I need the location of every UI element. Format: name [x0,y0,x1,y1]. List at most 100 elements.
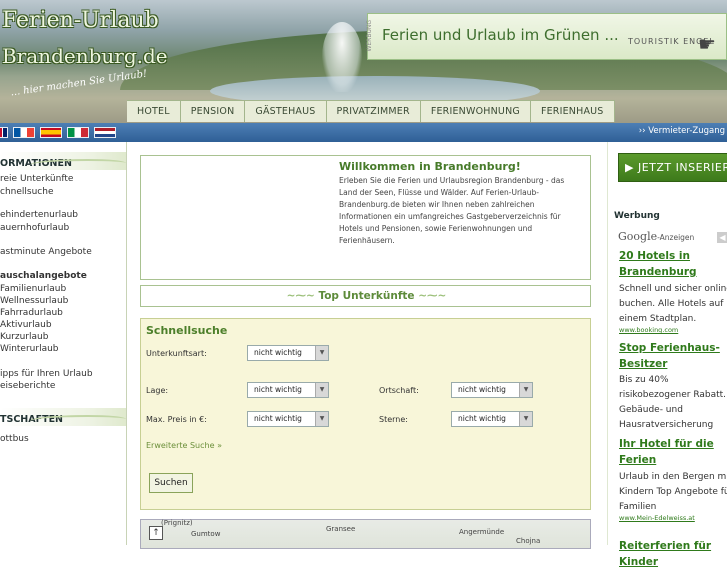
landlord-login-link[interactable]: ›› Vermieter-Zugang [639,126,725,136]
ad-text: Kindern Top Angebote für [619,487,727,497]
sidebar-item-family[interactable]: Familienurlaub [0,284,66,294]
sidebar-item-handicapped[interactable]: ehindertenurlaub [0,210,78,220]
map-label: Gransee [326,525,356,533]
ad-text: Familien [619,502,657,512]
label-max-price: Max. Preis in €: [146,415,207,424]
sidebar-item-bike[interactable]: Fahrradurlaub [0,308,63,318]
extended-search-link[interactable]: Erweiterte Suche » [146,441,222,450]
advertise-now-label: JETZT INSERIEREN [637,161,727,174]
swirl-right-icon: ~⁓~ [414,290,447,302]
nav-ferienwohnung[interactable]: FERIENWOHNUNG [421,101,531,122]
pointing-hand-icon: ☛ [698,32,716,56]
select-town[interactable]: nicht wichtig ▼ [451,382,533,398]
select-max-price-value: nicht wichtig [254,414,302,423]
french-flag-icon[interactable] [13,127,35,138]
select-location-value: nicht wichtig [254,385,302,394]
google-ads-suffix: -Anzeigen [657,233,695,242]
select-stars-value: nicht wichtig [458,414,506,423]
chevron-down-icon: ▼ [519,383,532,397]
top-accommodations-label: Top Unterkünfte [318,290,415,302]
quick-search-form: Schnellsuche Unterkunftsart: nicht wicht… [140,318,591,510]
search-button[interactable]: Suchen [149,473,193,493]
nav-ferienhaus[interactable]: FERIENHAUS [531,101,615,122]
ad-text: einem Stadtplan. [619,314,697,324]
ad-title[interactable]: Stop Ferienhaus- Besitzer [619,340,727,372]
ad-text: Bis zu 40% [619,375,669,385]
map-label: Chojna [516,537,541,545]
header-fountain-image [322,22,362,92]
select-accommodation-type-value: nicht wichtig [254,348,302,357]
map-label: Gumtow [191,530,221,538]
right-sidebar: ▶ JETZT INSERIEREN Werbung Google-Anzeig… [607,142,727,568]
main-nav: HOTEL PENSION GÄSTEHAUS PRIVATZIMMER FER… [127,100,615,122]
sidebar-item-wellness[interactable]: Wellnessurlaub [0,296,68,306]
nav-pension[interactable]: PENSION [181,101,246,122]
select-stars[interactable]: nicht wichtig ▼ [451,411,533,427]
spanish-flag-icon[interactable] [40,127,62,138]
banner-headline[interactable]: Ferien und Urlaub im Grünen ... [382,26,619,44]
uk-flag-icon[interactable] [0,127,8,138]
ad-title[interactable]: Reiterferien für Kinder [619,538,727,570]
nav-privatzimmer[interactable]: PRIVATZIMMER [327,101,421,122]
ad-title-line: Brandenburg [619,266,697,278]
label-stars: Sterne: [379,415,408,424]
welcome-text: Erleben Sie die Ferien und Urlaubsregion… [339,176,565,245]
welcome-box: Willkommen in Brandenburg! Erleben Sie d… [140,155,591,280]
chevron-down-icon: ▼ [315,412,328,426]
sidebar-item-free[interactable]: reie Unterkünfte [0,174,73,184]
header: Ferien-Urlaub Brandenburg.de ... hier ma… [0,0,727,123]
dutch-flag-icon[interactable] [94,127,116,138]
ad-banner[interactable]: WERBUNG Ferien und Urlaub im Grünen ... … [366,13,727,60]
map-label: Angermünde [459,528,505,536]
welcome-image-placeholder [143,158,333,277]
ad-url[interactable]: www.Mein-Edelweiss.at [619,514,695,522]
google-ads-logo: Google-Anzeigen [618,230,694,243]
sidebar-item-quicksearch[interactable]: chnellsuche [0,187,53,197]
top-accommodations-title: ~⁓~ Top Unterkünfte ~⁓~ [141,290,592,302]
sidebar-item-winter[interactable]: Winterurlaub [0,344,59,354]
sidebar-swirl-decoration [30,415,126,425]
label-location: Lage: [146,386,169,395]
map-pan-up-icon[interactable]: ↑ [149,526,163,540]
select-accommodation-type[interactable]: nicht wichtig ▼ [247,345,329,361]
ad-text: Hausratversicherung [619,420,714,430]
site-logo-line1[interactable]: Ferien-Urlaub [2,8,159,33]
italian-flag-icon[interactable] [67,127,89,138]
sidebar-item-lastminute[interactable]: astminute Angebote [0,247,92,257]
sidebar-item-tips[interactable]: ipps für Ihren Urlaub [0,369,93,379]
site-logo-line2[interactable]: Brandenburg.de [2,44,168,68]
swirl-left-icon: ~⁓~ [286,290,319,302]
sidebar-item-active[interactable]: Aktivurlaub [0,320,52,330]
nav-hotel[interactable]: HOTEL [127,101,181,122]
ad-title-line: Ihr Hotel für die [619,438,714,450]
ad-title[interactable]: 20 Hotels in Brandenburg [619,248,727,280]
sidebar-item-cottbus[interactable]: ottbus [0,434,29,444]
language-bar: ›› Vermieter-Zugang [0,123,727,142]
sidebar-item-packages[interactable]: auschalangebote [0,271,87,281]
ad-text: risikobezogener Rabatt. [619,390,727,400]
ad-title[interactable]: Ihr Hotel für die Ferien [619,436,727,468]
ad-text: buchen. Alle Hotels auf [619,299,724,309]
ads-prev-icon[interactable]: ◀ [717,232,727,243]
label-accommodation-type: Unterkunftsart: [146,349,207,358]
label-town: Ortschaft: [379,386,419,395]
ad-title-line: 20 Hotels in [619,250,690,262]
map-label: (Prignitz) [161,519,193,527]
advertise-now-button[interactable]: ▶ JETZT INSERIEREN [618,153,727,182]
select-town-value: nicht wichtig [458,385,506,394]
chevron-down-icon: ▼ [315,383,328,397]
sidebar-item-reports[interactable]: eiseberichte [0,381,55,391]
sidebar-item-short[interactable]: Kurzurlaub [0,332,48,342]
sidebar-swirl-decoration [30,159,126,169]
select-max-price[interactable]: nicht wichtig ▼ [247,411,329,427]
chevron-down-icon: ▼ [519,412,532,426]
sidebar-item-farm[interactable]: auernhofurlaub [0,223,69,233]
ad-title-line: Ferien [619,454,657,466]
banner-ad-label: WERBUNG [366,20,373,52]
left-sidebar: ORMATIONEN reie Unterkünfte chnellsuche … [0,142,127,545]
select-location[interactable]: nicht wichtig ▼ [247,382,329,398]
main-content: Willkommen in Brandenburg! Erleben Sie d… [140,155,592,549]
nav-gaestehaus[interactable]: GÄSTEHAUS [245,101,327,122]
ad-url[interactable]: www.booking.com [619,326,678,334]
ad-title-line: Stop Ferienhaus- [619,342,720,354]
